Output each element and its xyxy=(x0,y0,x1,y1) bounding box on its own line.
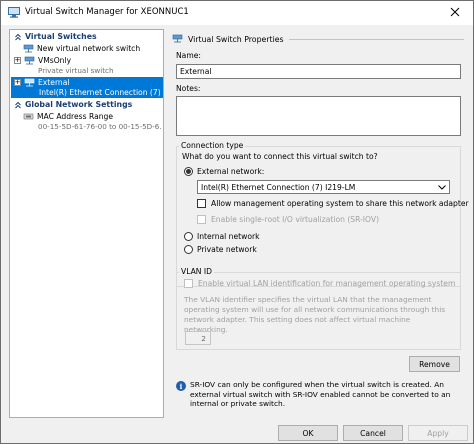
external-network-radio[interactable]: External network: xyxy=(184,167,264,176)
properties-header: Virtual Switch Properties xyxy=(172,33,464,46)
collapse-chevron-icon xyxy=(14,101,22,109)
properties-switch-icon xyxy=(172,34,183,45)
remove-button[interactable]: Remove xyxy=(409,356,460,372)
vmsonly-label: VMsOnly xyxy=(38,56,72,65)
tree-item-new-switch[interactable]: New virtual network switch xyxy=(11,43,163,54)
virtual-switch-icon xyxy=(24,78,35,87)
remove-button-label: Remove xyxy=(419,359,450,369)
radio-icon xyxy=(184,245,193,254)
dialog-button-bar: OK Cancel Apply xyxy=(1,422,473,444)
notes-label: Notes: xyxy=(176,84,201,93)
collapse-chevron-icon xyxy=(14,33,22,41)
tree-item-mac-address-range[interactable]: MAC Address Range xyxy=(11,111,163,122)
virtual-switch-icon xyxy=(24,56,35,65)
virtual-switch-manager-window: Virtual Switch Manager for XEONNUC1 Virt… xyxy=(0,0,474,444)
chevron-down-icon xyxy=(435,184,449,190)
new-switch-label: New virtual network switch xyxy=(37,44,141,53)
virtual-switches-section-header[interactable]: Virtual Switches xyxy=(11,31,163,42)
name-input-value: External xyxy=(180,67,212,76)
tree-item-vmsonly[interactable]: + VMsOnly xyxy=(11,55,163,66)
vlan-id-value: 2 xyxy=(201,333,206,343)
window-title: Virtual Switch Manager for XEONNUC1 xyxy=(25,7,189,17)
external-label: External xyxy=(38,78,70,87)
close-button[interactable] xyxy=(437,1,473,25)
radio-icon xyxy=(184,232,193,241)
network-adapter-value: Intel(R) Ethernet Connection (7) I219-LM xyxy=(201,182,356,192)
allow-management-os-label: Allow management operating system to sha… xyxy=(211,199,469,208)
private-network-label: Private network xyxy=(197,245,257,254)
connection-question: What do you want to connect this virtual… xyxy=(182,152,378,161)
ok-button[interactable]: OK xyxy=(278,425,338,441)
global-network-settings-section-header[interactable]: Global Network Settings xyxy=(11,99,163,110)
enable-vlan-label: Enable virtual LAN identification for ma… xyxy=(198,279,456,288)
close-icon xyxy=(450,7,460,19)
checkbox-box xyxy=(197,199,206,208)
mac-address-range-subtitle: 00-15-5D-61-76-00 to 00-15-5D-6... xyxy=(38,122,162,131)
apply-button[interactable]: Apply xyxy=(408,425,468,441)
expand-icon[interactable]: + xyxy=(14,79,21,86)
vlan-id-spinner[interactable]: 2 xyxy=(185,331,211,345)
sriov-info-text: SR-IOV can only be configured when the v… xyxy=(190,380,451,408)
radio-selected-icon xyxy=(184,167,193,176)
external-subtitle: Intel(R) Ethernet Connection (7) I2... xyxy=(39,88,163,97)
vmsonly-subtitle: Private virtual switch xyxy=(38,66,114,75)
external-network-label: External network: xyxy=(197,167,265,176)
internal-network-radio[interactable]: Internal network xyxy=(184,232,260,241)
virtual-switch-app-icon xyxy=(8,7,20,18)
info-icon: i xyxy=(176,381,186,391)
apply-button-label: Apply xyxy=(427,428,449,438)
title-bar: Virtual Switch Manager for XEONNUC1 xyxy=(1,1,473,25)
enable-sriov-checkbox[interactable]: Enable single-root I/O virtualization (S… xyxy=(197,215,379,224)
settings-tree: Virtual Switches New virtual network swi… xyxy=(9,29,164,418)
cancel-button[interactable]: Cancel xyxy=(343,425,403,441)
new-switch-icon xyxy=(23,44,34,53)
connection-type-title: Connection type xyxy=(179,141,246,150)
checkbox-box xyxy=(197,215,206,224)
global-network-settings-label: Global Network Settings xyxy=(25,100,133,109)
network-adapter-dropdown[interactable]: Intel(R) Ethernet Connection (7) I219-LM xyxy=(197,180,450,194)
checkbox-box xyxy=(184,279,193,288)
private-network-radio[interactable]: Private network xyxy=(184,245,257,254)
virtual-switches-header-label: Virtual Switches xyxy=(25,32,97,41)
enable-vlan-checkbox[interactable]: Enable virtual LAN identification for ma… xyxy=(184,279,455,288)
network-adapter-icon xyxy=(23,112,34,121)
name-input[interactable]: External xyxy=(176,64,461,79)
vlan-description: The VLAN identifier specifies the virtua… xyxy=(184,295,446,334)
enable-sriov-label: Enable single-root I/O virtualization (S… xyxy=(211,215,380,224)
external-subtitle-row[interactable]: Intel(R) Ethernet Connection (7) I2... xyxy=(11,87,163,98)
ok-button-label: OK xyxy=(302,428,314,438)
header-divider xyxy=(288,39,464,40)
virtual-switch-properties-pane: Virtual Switch Properties Name: External… xyxy=(169,29,469,418)
mac-address-range-label: MAC Address Range xyxy=(37,112,114,121)
notes-textarea[interactable] xyxy=(176,96,461,136)
internal-network-label: Internal network xyxy=(197,232,260,241)
cancel-button-label: Cancel xyxy=(360,428,386,438)
vlan-id-title: VLAN ID xyxy=(179,267,214,276)
name-label: Name: xyxy=(176,51,201,60)
expand-icon[interactable]: + xyxy=(14,57,21,64)
properties-header-label: Virtual Switch Properties xyxy=(188,35,284,44)
allow-management-os-checkbox[interactable]: Allow management operating system to sha… xyxy=(197,199,469,208)
